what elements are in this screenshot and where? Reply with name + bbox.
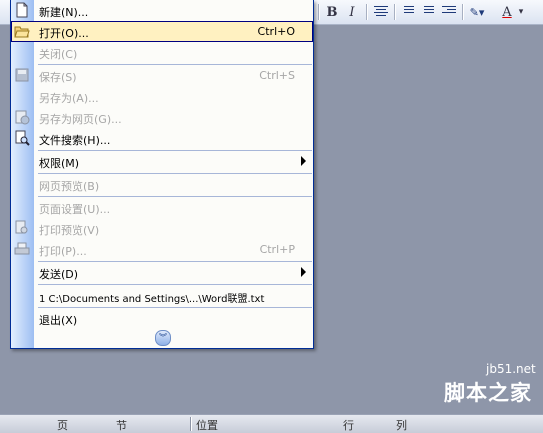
decrease-indent-icon[interactable] [442,6,456,18]
toolbar-separator [394,4,396,20]
font-color-button[interactable]: A [500,3,514,21]
menu-item-open[interactable]: 打开(O)... Ctrl+O [11,21,313,42]
watermark-url: jb51.net [486,362,536,376]
toolbar-separator [366,4,368,20]
menu-item-file-search[interactable]: 文件搜索(H)... [11,128,313,149]
file-search-icon [14,130,30,146]
menu-item-label: 打印预览(V) [39,224,100,237]
bulleted-list-icon[interactable] [420,6,434,18]
menu-item-label: 退出(X) [39,314,78,327]
status-page: 页 [57,419,68,432]
submenu-arrow-icon [301,156,306,166]
status-divider [190,417,192,431]
menu-item-print[interactable]: 打印(P)... Ctrl+P [11,239,313,260]
menu-item-exit[interactable]: 退出(X) [11,308,313,329]
menu-item-label: 文件搜索(H)... [39,134,111,147]
menu-item-save-as[interactable]: 另存为(A)... [11,86,313,107]
status-bar: 页 节 位置 行 列 [0,414,543,433]
menu-item-label: 另存为网页(G)... [39,113,122,126]
menu-item-save[interactable]: 保存(S) Ctrl+S [11,65,313,86]
menu-item-recent-file[interactable]: 1 C:\Documents and Settings\...\Word联盟.t… [11,285,313,306]
font-color-dropdown-icon[interactable]: ▾ [516,3,526,21]
menu-item-new[interactable]: 新建(N)... [11,0,313,21]
menu-item-label: 页面设置(U)... [39,203,111,216]
new-doc-icon [14,2,30,18]
menu-item-label: 发送(D) [39,268,79,281]
bold-button[interactable]: B [324,3,340,21]
toolbar-separator [318,4,320,20]
menu-item-label: 新建(N)... [39,6,89,19]
status-column: 列 [396,419,407,432]
menu-item-label: 关闭(C) [39,48,78,61]
menu-item-label: 打印(P)... [39,245,87,258]
double-chevron-down-icon[interactable]: ︾ [155,330,171,346]
save-icon [14,67,30,83]
menu-item-web-preview[interactable]: 网页预览(B) [11,174,313,195]
menu-item-page-setup[interactable]: 页面设置(U)... [11,197,313,218]
status-line: 行 [343,419,354,432]
menu-item-shortcut: Ctrl+P [259,243,295,256]
highlight-button[interactable]: ✎▾ [466,3,488,21]
menu-item-label: 另存为(A)... [39,92,99,105]
menu-item-label: 打开(O)... [39,27,89,40]
menu-item-print-preview[interactable]: 打印预览(V) [11,218,313,239]
toolbar-separator [462,4,464,20]
italic-button[interactable]: I [344,3,360,21]
watermark-name: 脚本之家 [444,381,532,405]
menu-item-save-as-web[interactable]: 另存为网页(G)... [11,107,313,128]
status-section: 节 [116,419,127,432]
status-position: 位置 [196,419,218,432]
menu-item-shortcut: Ctrl+S [259,69,295,82]
file-menu: 新建(N)... 打开(O)... Ctrl+O 关闭(C) 保存(S) Ctr… [10,0,314,349]
open-folder-icon [14,23,30,39]
menu-item-label: 保存(S) [39,71,77,84]
align-center-icon[interactable] [374,6,388,18]
numbered-list-icon[interactable] [400,6,414,18]
print-icon [14,241,30,257]
menu-item-label: 权限(M) [39,157,80,170]
menu-item-shortcut: Ctrl+O [257,25,295,38]
menu-item-label: 1 C:\Documents and Settings\...\Word联盟.t… [39,294,265,305]
menu-item-permission[interactable]: 权限(M) [11,151,313,172]
print-preview-icon [14,220,30,236]
menu-item-label: 网页预览(B) [39,180,100,193]
menu-item-close[interactable]: 关闭(C) [11,42,313,63]
submenu-arrow-icon [301,267,306,277]
menu-item-send[interactable]: 发送(D) [11,262,313,283]
web-page-icon [14,109,30,125]
